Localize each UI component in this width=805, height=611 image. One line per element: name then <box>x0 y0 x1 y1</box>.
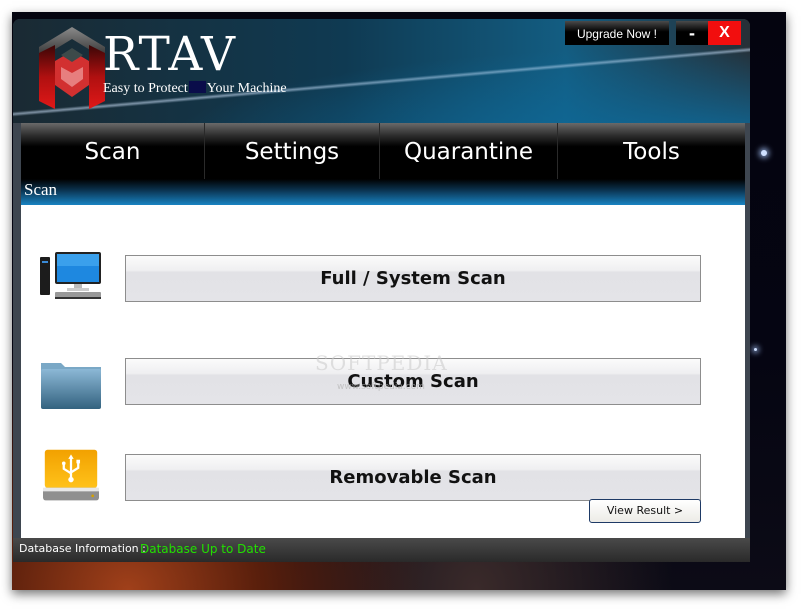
tagline-left: Easy to Protect <box>103 81 188 96</box>
computer-icon <box>40 252 101 299</box>
rtav-logo-icon <box>39 27 105 109</box>
tab-quarantine[interactable]: Quarantine <box>380 123 558 179</box>
rtav-window: RTAV Easy to Protect Your Machine Upgrade… <box>13 19 750 562</box>
section-title: Scan <box>24 180 58 199</box>
tagline-gap <box>188 81 206 93</box>
tab-settings[interactable]: Settings <box>205 123 380 179</box>
folder-icon <box>41 363 101 409</box>
scan-panel: Full / System Scan Custom Scan Removable… <box>21 205 745 538</box>
app-tagline: Easy to Protect Your Machine <box>103 81 287 97</box>
star-decoration <box>761 150 767 156</box>
custom-scan-button[interactable]: Custom Scan <box>125 358 701 405</box>
usb-drive-icon <box>43 449 99 501</box>
database-status-value: Database Up to Date <box>140 542 266 556</box>
database-info-label: Database Information : <box>19 542 146 555</box>
main-nav: Scan Settings Quarantine Tools <box>21 123 745 179</box>
removable-scan-button[interactable]: Removable Scan <box>125 454 701 501</box>
view-result-button[interactable]: View Result > <box>589 499 701 523</box>
app-title: RTAV <box>103 27 236 82</box>
minimize-button[interactable]: - <box>676 21 708 45</box>
tab-scan[interactable]: Scan <box>21 123 205 179</box>
close-button[interactable]: X <box>708 21 741 45</box>
section-header: Scan <box>21 179 745 205</box>
app-header: RTAV Easy to Protect Your Machine Upgrade… <box>13 19 750 123</box>
star-decoration <box>754 348 757 351</box>
tab-tools[interactable]: Tools <box>558 123 745 179</box>
full-system-scan-button[interactable]: Full / System Scan <box>125 255 701 302</box>
tagline-right: Your Machine <box>206 81 287 96</box>
status-bar: Database Information : Database Up to Da… <box>13 538 750 562</box>
upgrade-now-button[interactable]: Upgrade Now ! <box>565 21 669 45</box>
